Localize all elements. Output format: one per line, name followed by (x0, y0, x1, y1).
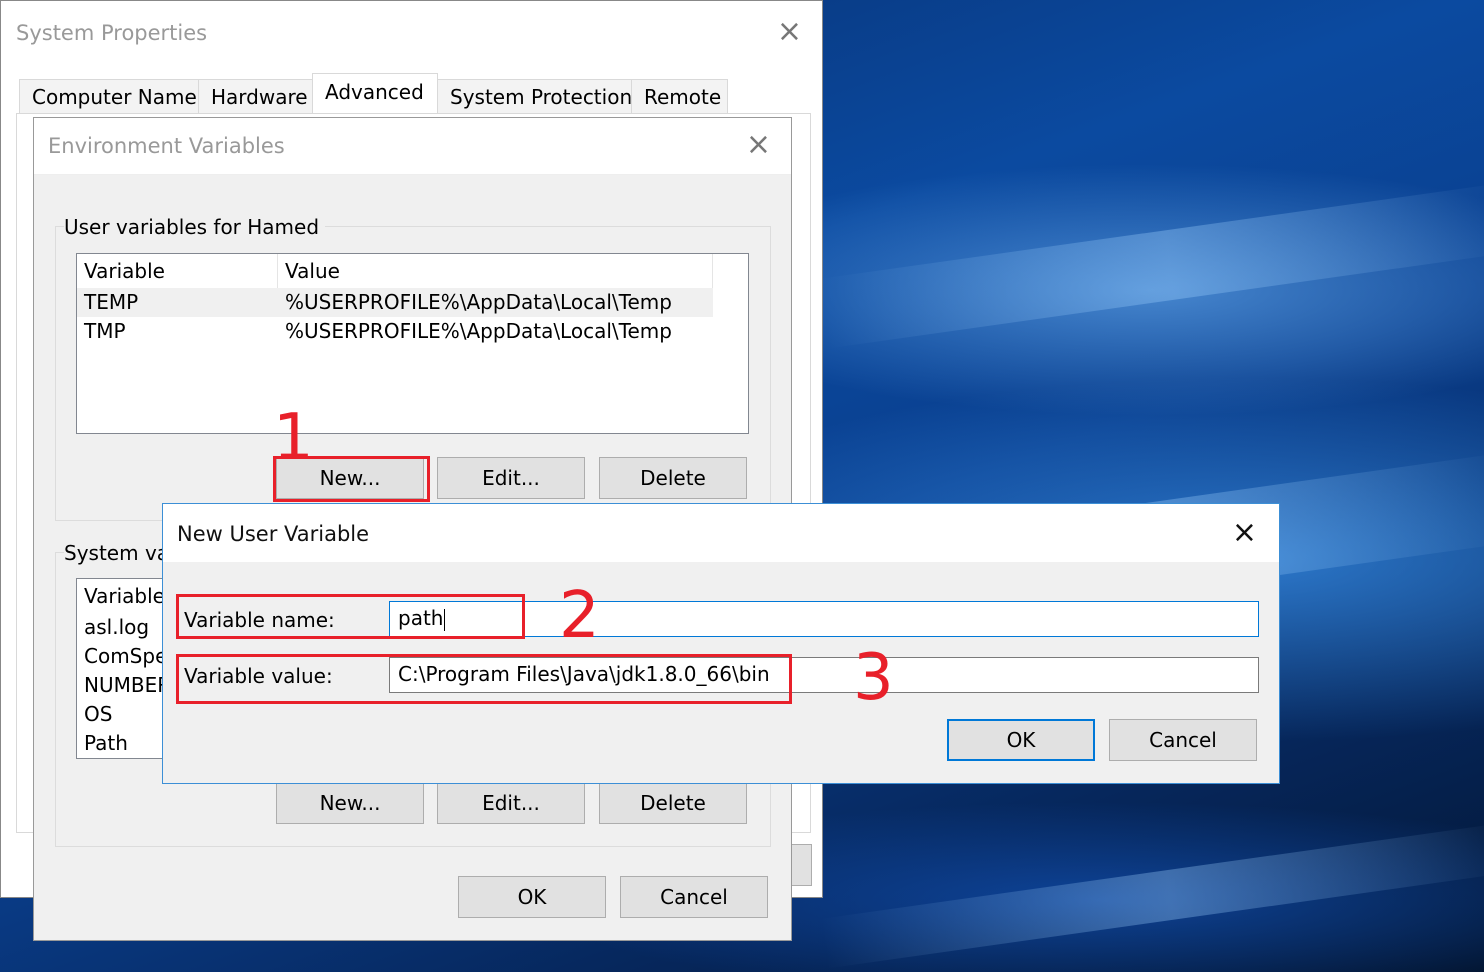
variable-cell: asl.log (84, 615, 150, 639)
system-variables-label: System va (64, 541, 176, 565)
env-ok-button[interactable]: OK (458, 876, 606, 918)
variable-cell: ComSpe (84, 644, 168, 668)
new-var-cancel-button[interactable]: Cancel (1109, 719, 1257, 761)
table-row[interactable]: TMP %USERPROFILE%\AppData\Local\Temp (77, 317, 713, 346)
dialog-title: New User Variable (177, 522, 370, 546)
tab-computer-name[interactable]: Computer Name (19, 79, 199, 113)
close-icon[interactable]: × (777, 17, 802, 47)
window-title: Environment Variables (48, 134, 285, 158)
system-properties-titlebar[interactable]: System Properties × (1, 1, 822, 61)
variable-cell: TMP (84, 319, 126, 343)
table-row[interactable]: TEMP %USERPROFILE%\AppData\Local\Temp (77, 288, 713, 317)
new-user-variable-dialog: New User Variable × Variable name: path … (162, 503, 1280, 784)
new-var-ok-button[interactable]: OK (947, 719, 1095, 761)
system-edit-button[interactable]: Edit... (437, 782, 585, 824)
window-title: System Properties (16, 21, 208, 45)
system-delete-button[interactable]: Delete (599, 782, 747, 824)
variable-cell: NUMBER (84, 673, 172, 697)
annotation-step-2: 2 (559, 579, 600, 653)
user-variables-label: User variables for Hamed (64, 215, 326, 239)
variable-cell: Path (84, 731, 128, 755)
user-edit-button[interactable]: Edit... (437, 457, 585, 499)
user-variables-list[interactable]: Variable Value TEMP %USERPROFILE%\AppDat… (76, 253, 749, 434)
wallpaper-light-streak (818, 181, 1484, 349)
system-new-button[interactable]: New... (276, 782, 424, 824)
tab-advanced[interactable]: Advanced (312, 73, 438, 115)
variable-cell: OS (84, 702, 113, 726)
value-cell: %USERPROFILE%\AppData\Local\Temp (285, 319, 672, 343)
annotation-step-3: 3 (853, 641, 894, 715)
annotation-highlight-variable-value (176, 654, 792, 704)
annotation-highlight-variable-name (176, 594, 525, 639)
wallpaper-light-streak (819, 821, 1484, 969)
column-header-value[interactable]: Value (278, 254, 713, 288)
new-user-variable-titlebar[interactable]: New User Variable × (163, 504, 1279, 562)
tab-remote[interactable]: Remote (631, 79, 728, 113)
variable-cell: TEMP (84, 290, 139, 314)
tab-hardware[interactable]: Hardware (198, 79, 313, 113)
value-cell: %USERPROFILE%\AppData\Local\Temp (285, 290, 672, 314)
user-delete-button[interactable]: Delete (599, 457, 747, 499)
environment-variables-titlebar[interactable]: Environment Variables × (34, 118, 791, 175)
env-cancel-button[interactable]: Cancel (620, 876, 768, 918)
tab-system-protection[interactable]: System Protection (437, 79, 632, 113)
close-icon[interactable]: × (746, 130, 771, 160)
system-properties-apply-button[interactable] (791, 844, 812, 886)
close-icon[interactable]: × (1232, 518, 1257, 548)
annotation-step-1: 1 (273, 401, 314, 475)
column-header-variable[interactable]: Variable (77, 254, 278, 288)
